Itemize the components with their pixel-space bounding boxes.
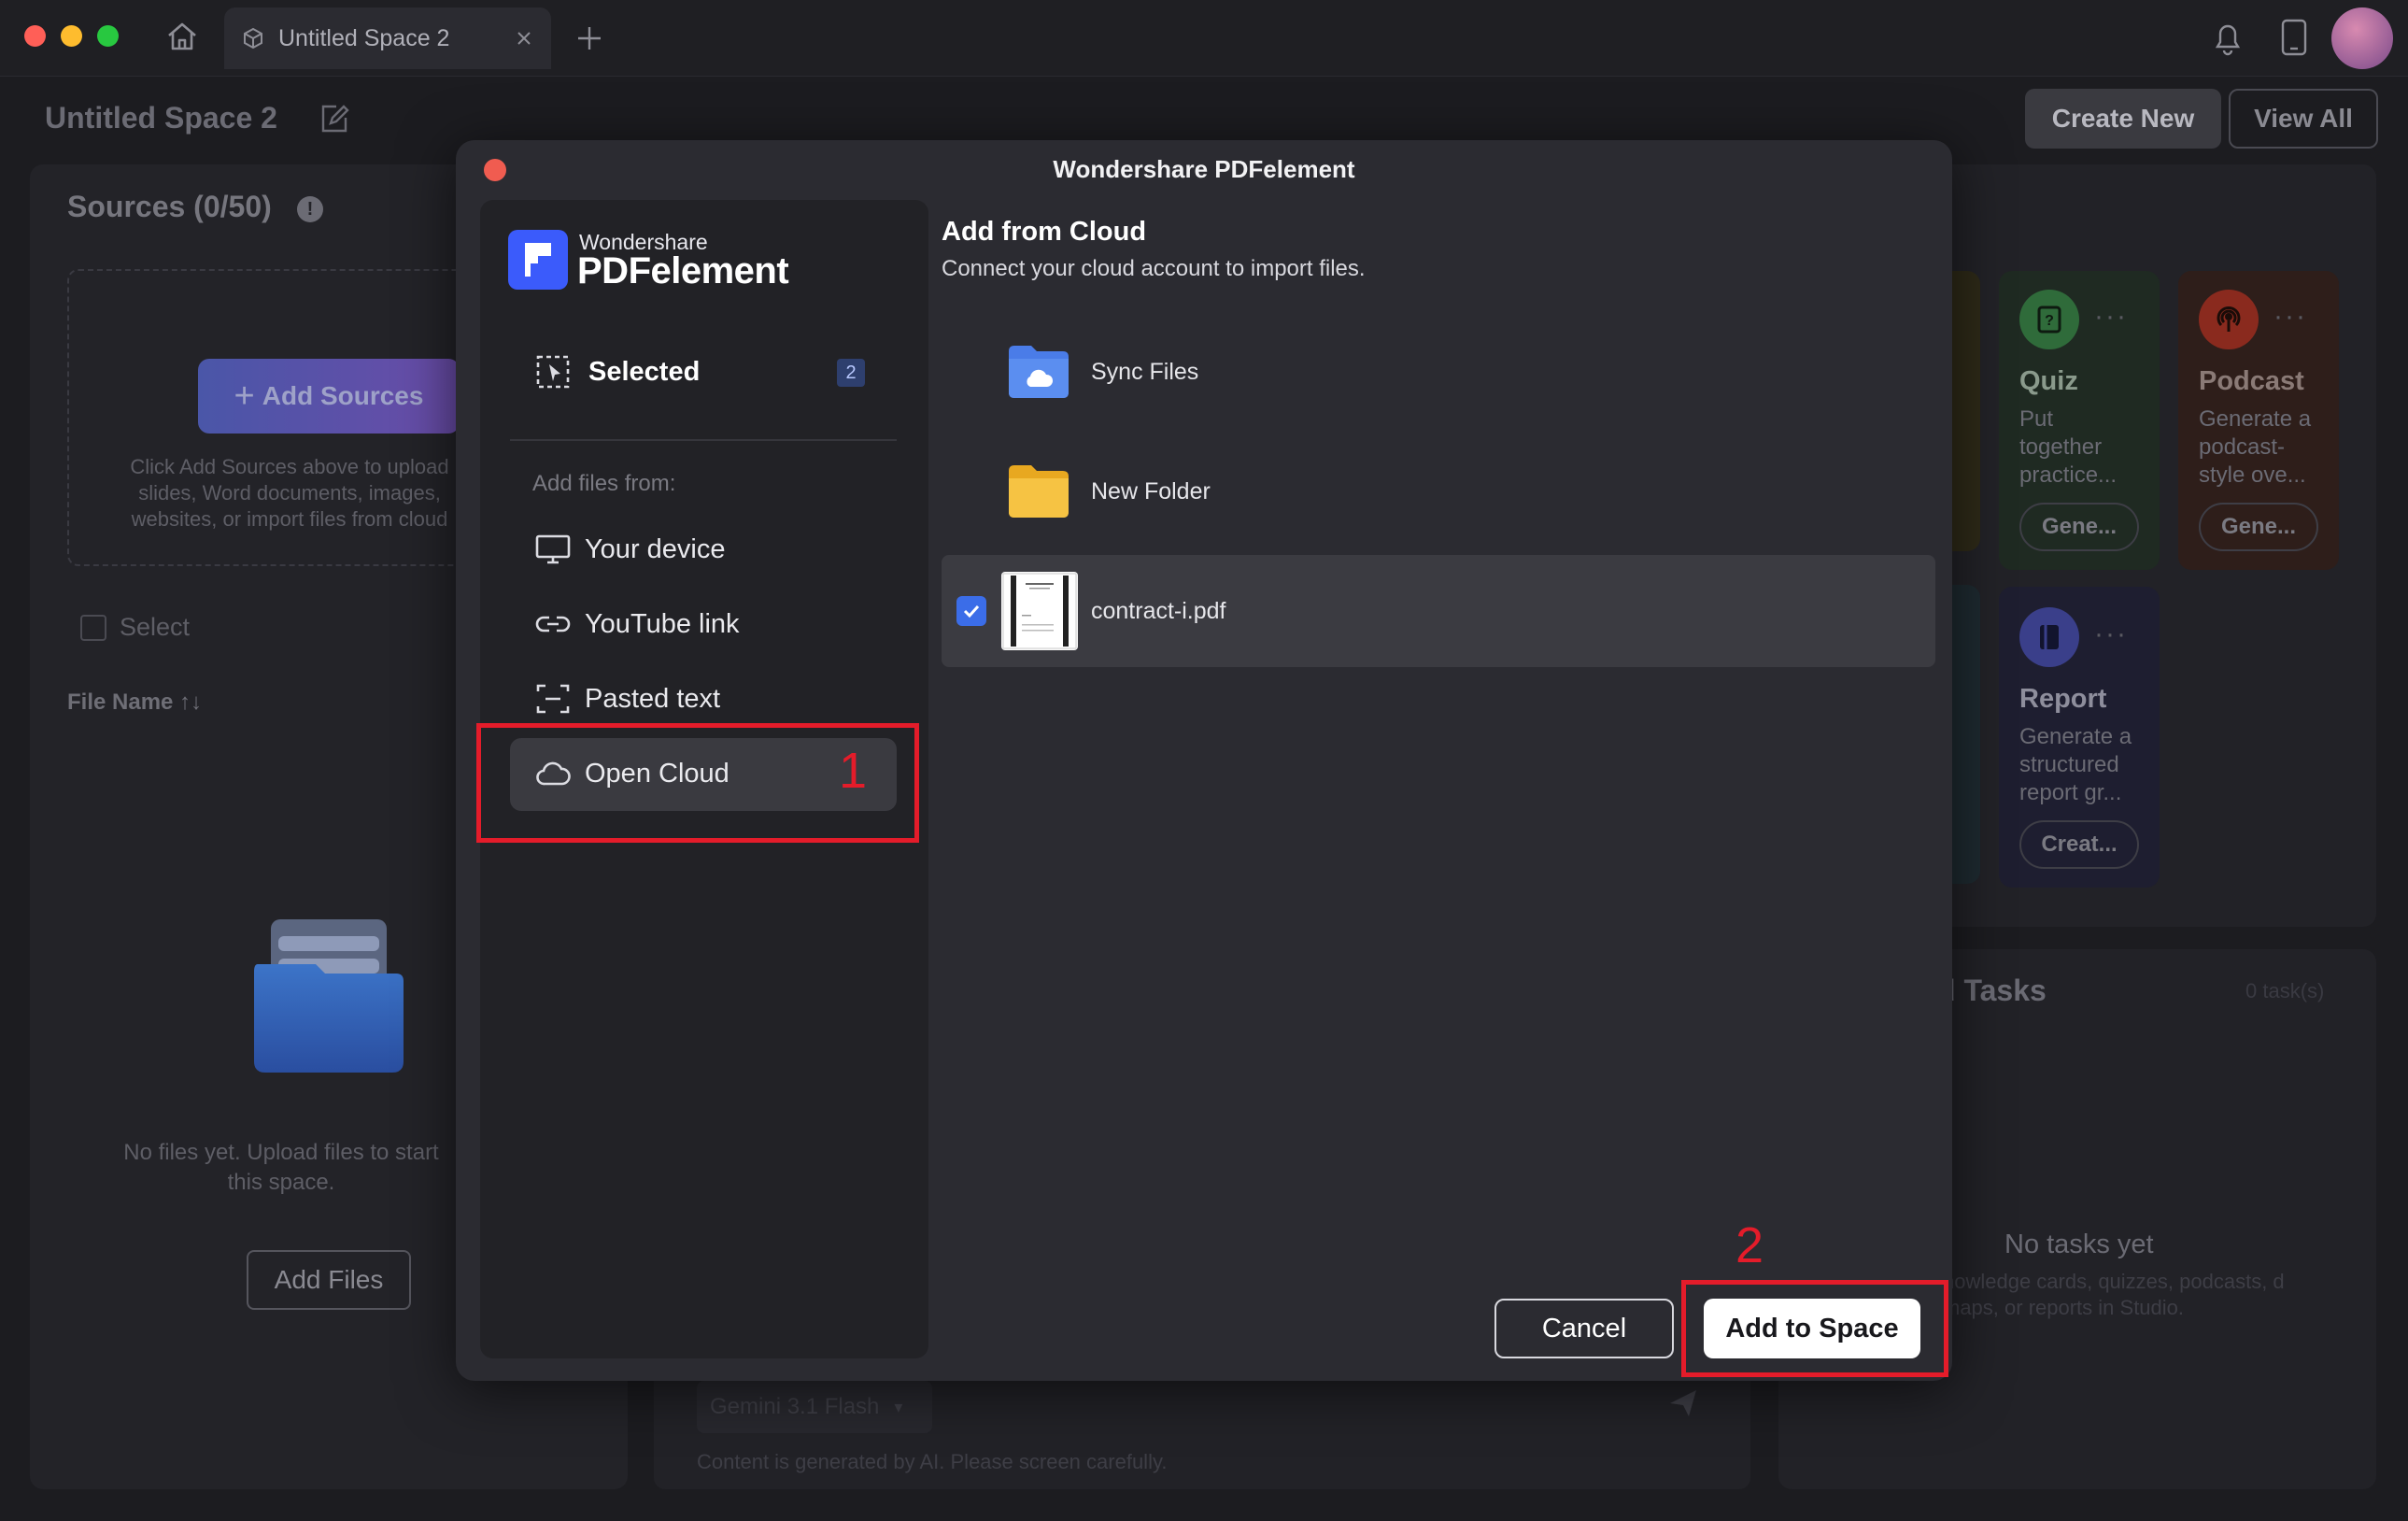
more-icon[interactable]: ···	[2094, 301, 2128, 333]
dropzone-help-text: Click Add Sources above to upload slides…	[130, 455, 449, 531]
create-new-button[interactable]: Create New	[2025, 89, 2221, 149]
monitor-icon	[535, 534, 571, 564]
file-name: Sync Files	[1091, 359, 1199, 385]
close-window-button[interactable]	[24, 25, 46, 47]
no-tasks-title: No tasks yet	[2004, 1230, 2154, 1259]
checkmark-icon	[963, 604, 980, 618]
cancel-button[interactable]: Cancel	[1494, 1299, 1674, 1358]
sidebar-item-pasted-text[interactable]: Pasted text	[534, 680, 720, 718]
new-tab-icon[interactable]	[574, 22, 605, 54]
add-sources-button[interactable]: + Add Sources	[198, 359, 460, 434]
add-files-button[interactable]: Add Files	[247, 1250, 411, 1310]
minimize-window-button[interactable]	[61, 25, 82, 47]
empty-state-text: No files yet. Upload files to start this…	[123, 1140, 439, 1195]
file-checkbox-checked[interactable]	[956, 596, 986, 626]
file-name: contract-i.pdf	[1091, 598, 1226, 624]
more-icon[interactable]: ···	[2273, 301, 2307, 333]
cube-icon	[244, 27, 262, 50]
add-files-from-label: Add files from:	[532, 471, 676, 496]
more-icon[interactable]: ···	[2094, 618, 2128, 650]
tab-untitled-space[interactable]: Untitled Space 2	[224, 7, 551, 69]
tasks-count: 0 task(s)	[2245, 979, 2325, 1002]
folder-icon	[1009, 465, 1069, 518]
svg-text:?: ?	[2045, 313, 2054, 329]
podcast-icon	[2199, 290, 2259, 349]
link-icon	[535, 616, 571, 633]
edit-icon[interactable]	[316, 101, 353, 138]
bell-icon[interactable]	[2210, 19, 2245, 56]
report-icon	[2019, 607, 2079, 667]
ai-disclaimer: Content is generated by AI. Please scree…	[697, 1450, 1168, 1473]
model-select[interactable]: Gemini 3.1 Flash ▾	[697, 1381, 932, 1433]
content-subheading: Connect your cloud account to import fil…	[942, 256, 1366, 281]
podcast-generate-button[interactable]: Gene...	[2199, 503, 2318, 551]
text-scan-icon	[536, 684, 570, 714]
podcast-desc: Generate a podcast-style ove...	[2199, 406, 2312, 488]
quiz-generate-button[interactable]: Gene...	[2019, 503, 2139, 551]
annotation-step-1: 1	[839, 743, 868, 799]
sidebar-item-label: Pasted text	[585, 683, 721, 714]
sidebar-item-label: Your device	[585, 533, 726, 564]
podcast-title: Podcast	[2199, 366, 2304, 396]
cloud-folder-icon	[1009, 346, 1069, 398]
no-tasks-desc: nowledge cards, quizzes, podcasts, d map…	[1943, 1270, 2285, 1319]
report-title: Report	[2019, 684, 2107, 714]
sidebar-divider	[510, 439, 897, 441]
file-name-header[interactable]: File Name ↑↓	[67, 689, 202, 716]
annotation-step-2: 2	[1735, 1217, 1764, 1273]
brand-product: PDFelement	[577, 250, 789, 291]
add-sources-label: Add Sources	[262, 381, 424, 410]
model-select-value: Gemini 3.1 Flash	[710, 1394, 880, 1419]
dialog-title: Wondershare PDFelement	[1053, 155, 1355, 183]
select-all-checkbox[interactable]	[80, 615, 106, 641]
tasks-title: d Tasks	[1937, 974, 2047, 1007]
sidebar-item-label: YouTube link	[585, 608, 740, 639]
avatar[interactable]	[2331, 7, 2393, 69]
sidebar-item-your-device[interactable]: Your device	[534, 531, 725, 568]
plus-icon: +	[234, 376, 255, 416]
zoom-window-button[interactable]	[97, 25, 119, 47]
quiz-title: Quiz	[2019, 366, 2078, 396]
selected-count-badge: 2	[837, 359, 865, 387]
quiz-icon: ?	[2019, 290, 2079, 349]
sources-title: Sources (0/50)	[67, 190, 272, 223]
select-label: Select	[120, 613, 191, 641]
home-icon[interactable]	[164, 19, 200, 54]
space-title: Untitled Space 2	[45, 101, 277, 135]
quiz-desc: Put together practice...	[2019, 406, 2118, 488]
content-heading: Add from Cloud	[942, 217, 1147, 247]
pdfelement-logo-icon	[508, 230, 568, 290]
info-icon[interactable]: !	[297, 196, 323, 222]
selected-label: Selected	[588, 356, 701, 387]
view-all-button[interactable]: View All	[2229, 89, 2378, 149]
chevron-down-icon: ▾	[894, 1397, 903, 1416]
empty-folder-illustration	[254, 919, 404, 1073]
tablet-icon[interactable]	[2277, 17, 2311, 58]
report-desc: Generate a structured report gr...	[2019, 724, 2132, 805]
send-icon[interactable]	[1666, 1386, 1700, 1420]
sidebar-item-selected[interactable]: Selected	[534, 353, 700, 391]
sidebar-item-youtube-link[interactable]: YouTube link	[534, 605, 740, 643]
file-name: New Folder	[1091, 478, 1211, 505]
selection-icon	[536, 355, 570, 389]
tab-title: Untitled Space 2	[278, 24, 450, 51]
close-tab-icon[interactable]	[516, 30, 532, 47]
pdf-thumbnail	[1001, 572, 1078, 650]
report-create-button[interactable]: Creat...	[2019, 820, 2139, 869]
annotation-box-step-2	[1681, 1280, 1948, 1377]
